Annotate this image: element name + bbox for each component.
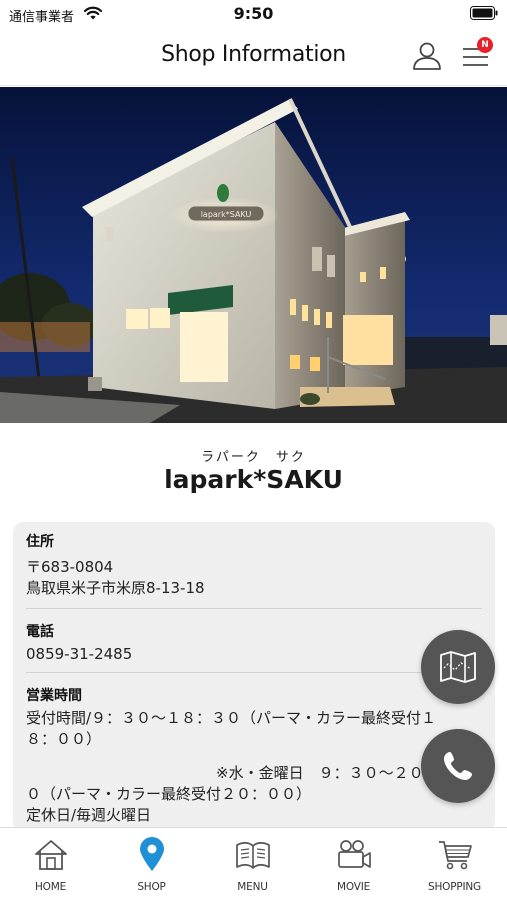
tab-label: SHOPPING [428, 881, 481, 893]
battery-icon [470, 6, 498, 20]
hours-line: ※水・金曜日 ９：３０〜２０：０ [216, 764, 454, 782]
hours-section: 営業時間 受付時間/９：３０〜１８：３０（パーマ・カラー最終受付１ ８：００） … [26, 686, 482, 826]
status-bar: 通信事業者 9:50 [0, 0, 507, 28]
call-button[interactable] [421, 729, 495, 803]
shop-name-kana: ラパーク サク [201, 450, 306, 465]
tab-movie[interactable]: MOVIE [303, 828, 404, 900]
status-time: 9:50 [233, 4, 274, 23]
home-icon [35, 840, 67, 870]
phone-section: 電話 0859-31-2485 [26, 622, 482, 665]
tab-label: HOME [34, 881, 67, 893]
cart-icon [439, 841, 472, 870]
hours-line: 受付時間/９：３０〜１８：３０（パーマ・カラー最終受付１ [26, 709, 437, 727]
tab-label: SHOP [137, 881, 166, 893]
tab-menu[interactable]: MENU [202, 828, 303, 900]
building-sign: lapark*SAKU [201, 210, 252, 219]
map-icon [440, 651, 476, 683]
shop-name: lapark*SAKU [164, 465, 343, 494]
video-camera-icon [338, 840, 371, 868]
tab-shop[interactable]: SHOP [101, 828, 202, 900]
divider [26, 608, 482, 609]
bottom-tab-bar: HOME SHOP MENU MOVIE SHOPPING [0, 827, 507, 900]
map-pin-icon [140, 837, 164, 871]
address-text[interactable]: 鳥取県米子市米原8-13-18 [26, 578, 482, 599]
phone-label: 電話 [26, 624, 54, 640]
user-account-icon[interactable] [411, 40, 443, 72]
shop-hero-image: lapark*SAKU [0, 87, 507, 423]
hours-label: 営業時間 [26, 688, 82, 704]
tab-shopping[interactable]: SHOPPING [404, 828, 505, 900]
map-button[interactable] [421, 630, 495, 704]
tab-label: MENU [237, 881, 268, 893]
address-label: 住所 [26, 534, 54, 550]
divider [26, 672, 482, 673]
phone-number[interactable]: 0859-31-2485 [26, 644, 482, 665]
hours-line: ０（パーマ・カラー最終受付２０：００） [26, 785, 312, 803]
book-icon [236, 842, 270, 869]
tab-home[interactable]: HOME [0, 828, 101, 900]
notification-badge: N [477, 37, 493, 53]
address-section: 住所 〒683-0804 鳥取県米子市米原8-13-18 [26, 532, 482, 599]
closed-days: 定休日/毎週火曜日 [26, 806, 152, 824]
tab-label: MOVIE [336, 881, 371, 893]
app-header: Shop Information N [0, 28, 507, 86]
menu-button[interactable]: N [460, 37, 494, 72]
postal-code: 〒683-0804 [26, 558, 114, 576]
phone-icon [444, 752, 472, 780]
hours-line: ８：００） [26, 730, 102, 748]
